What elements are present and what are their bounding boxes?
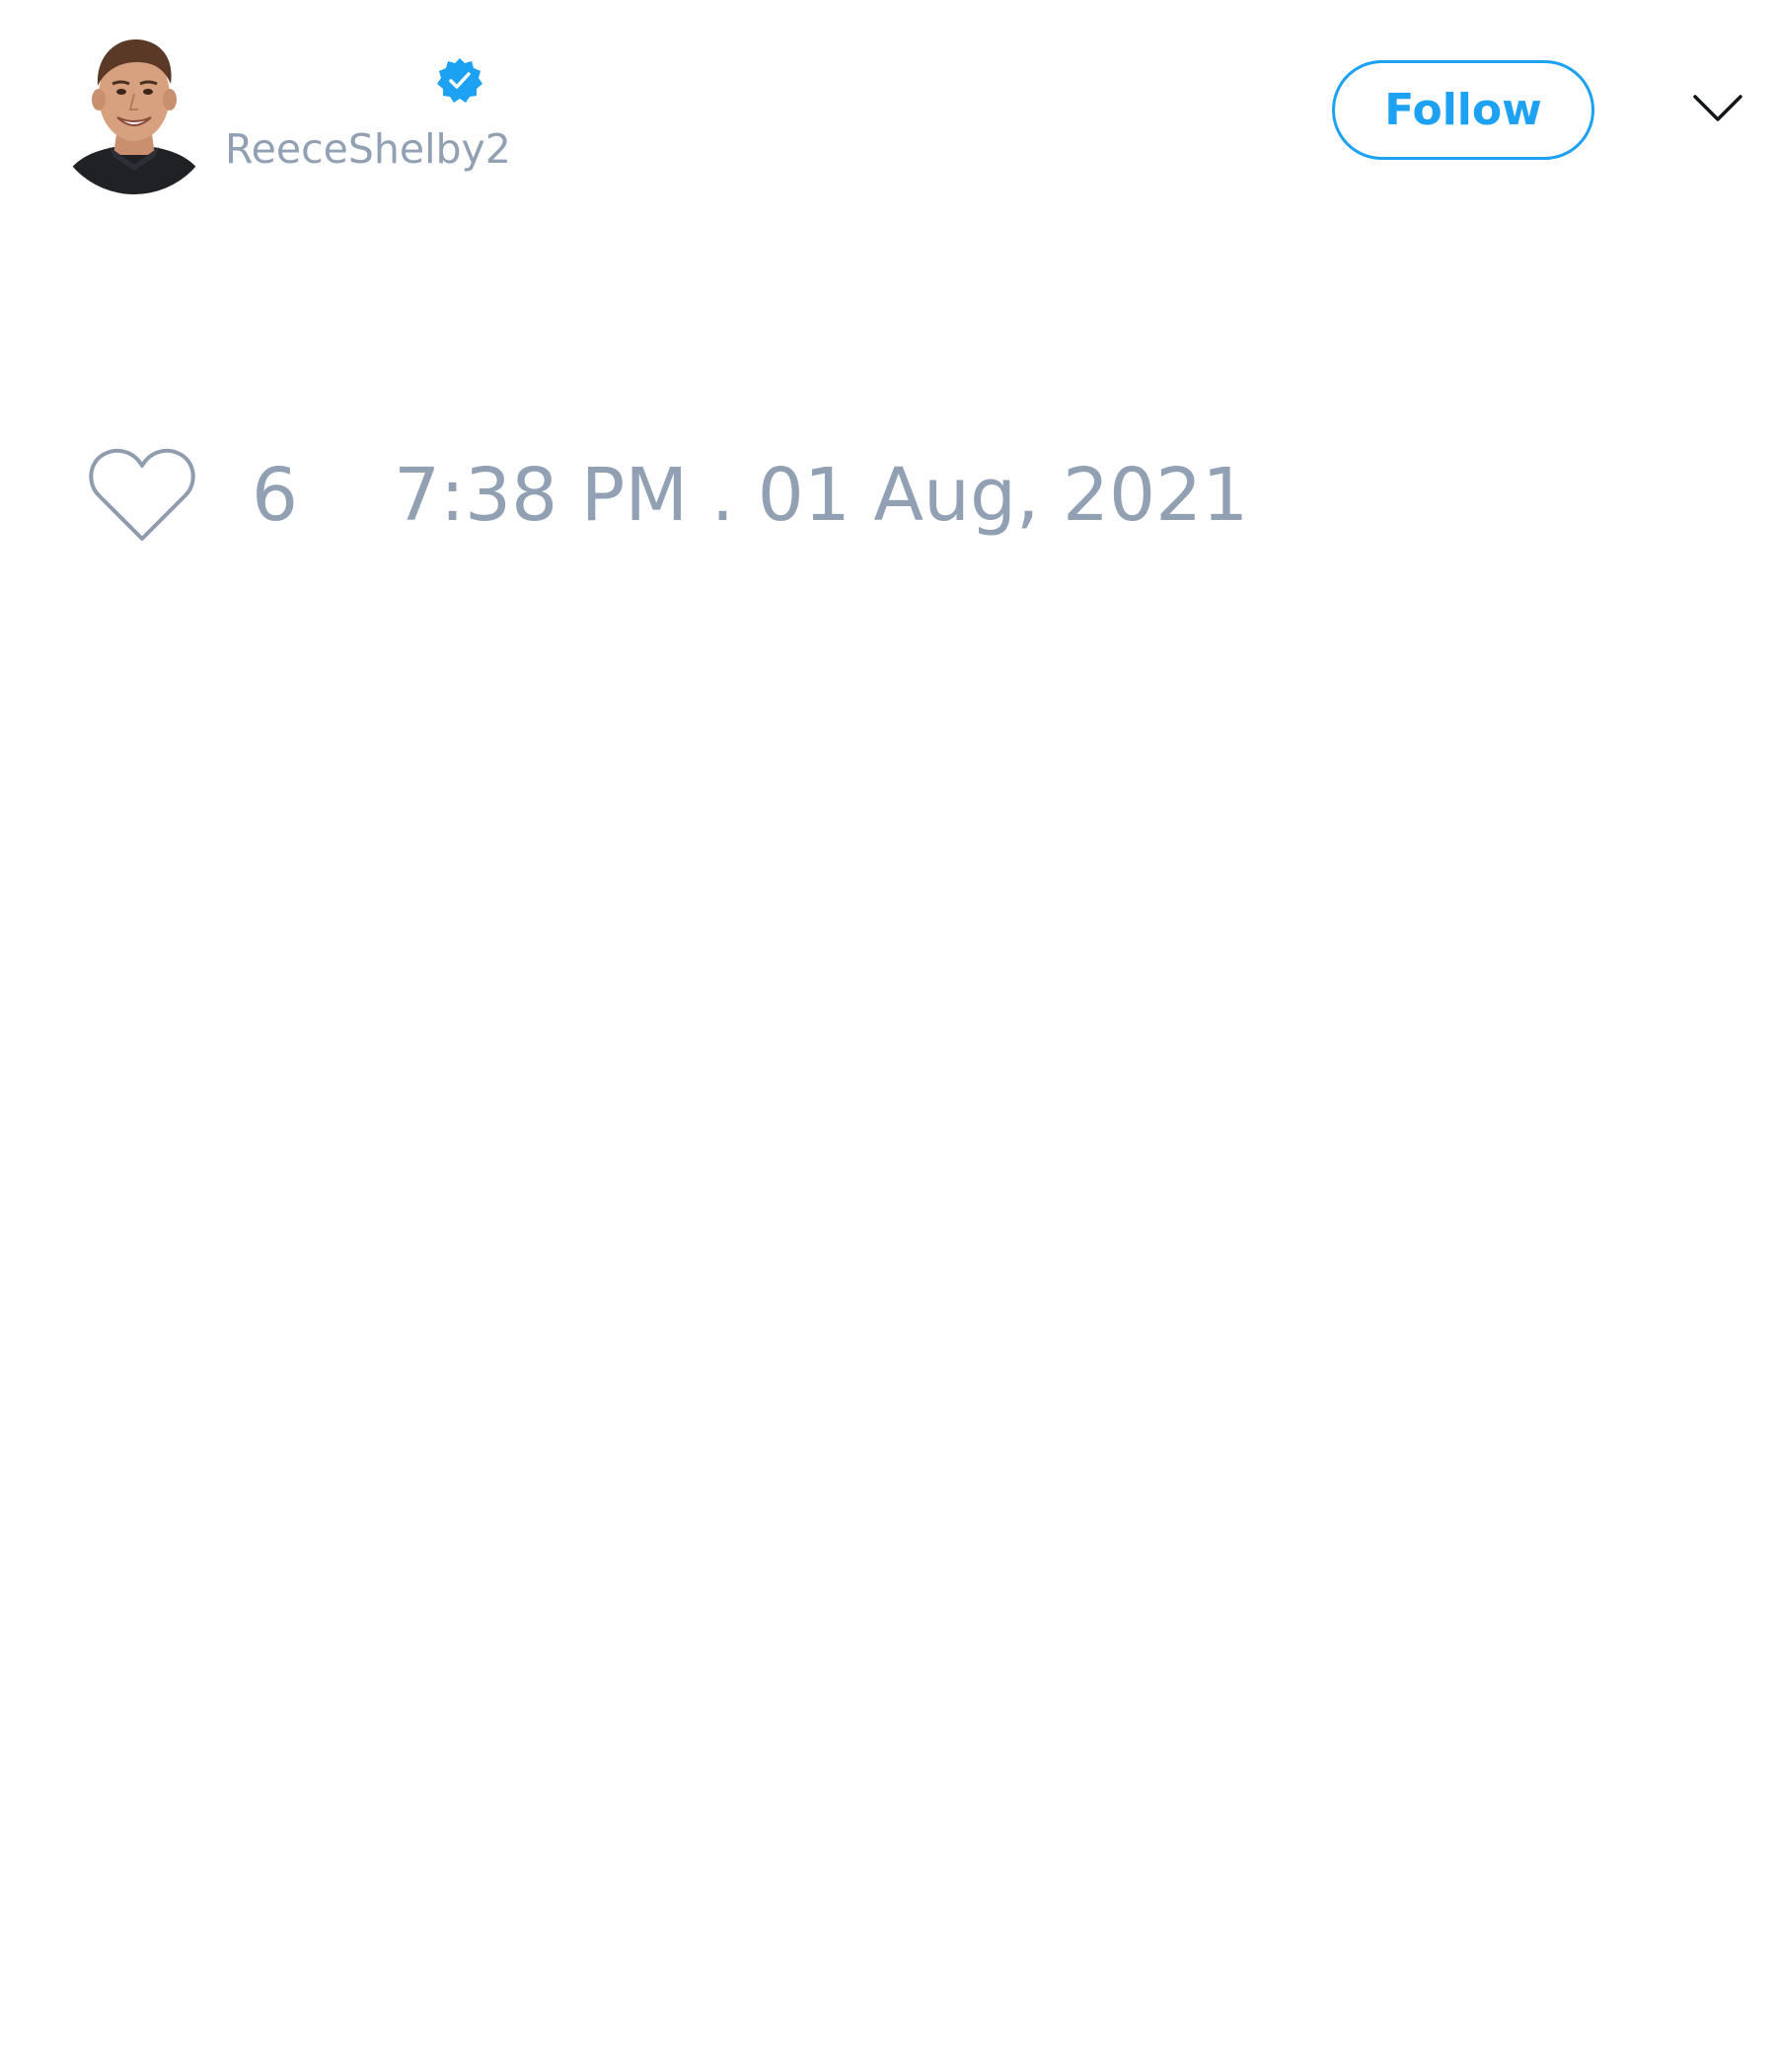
user-handle[interactable]: ReeceShelby2 — [225, 124, 511, 174]
avatar[interactable] — [52, 31, 216, 194]
follow-button[interactable]: Follow — [1332, 60, 1594, 160]
verified-badge-icon — [437, 57, 482, 103]
heart-outline-icon[interactable] — [87, 446, 197, 545]
like-count: 6 — [252, 453, 299, 538]
chevron-down-icon[interactable] — [1692, 91, 1743, 126]
profile-photo — [52, 31, 216, 194]
tweet-timestamp[interactable]: 7:38 PM . 01 Aug, 2021 — [394, 453, 1248, 538]
